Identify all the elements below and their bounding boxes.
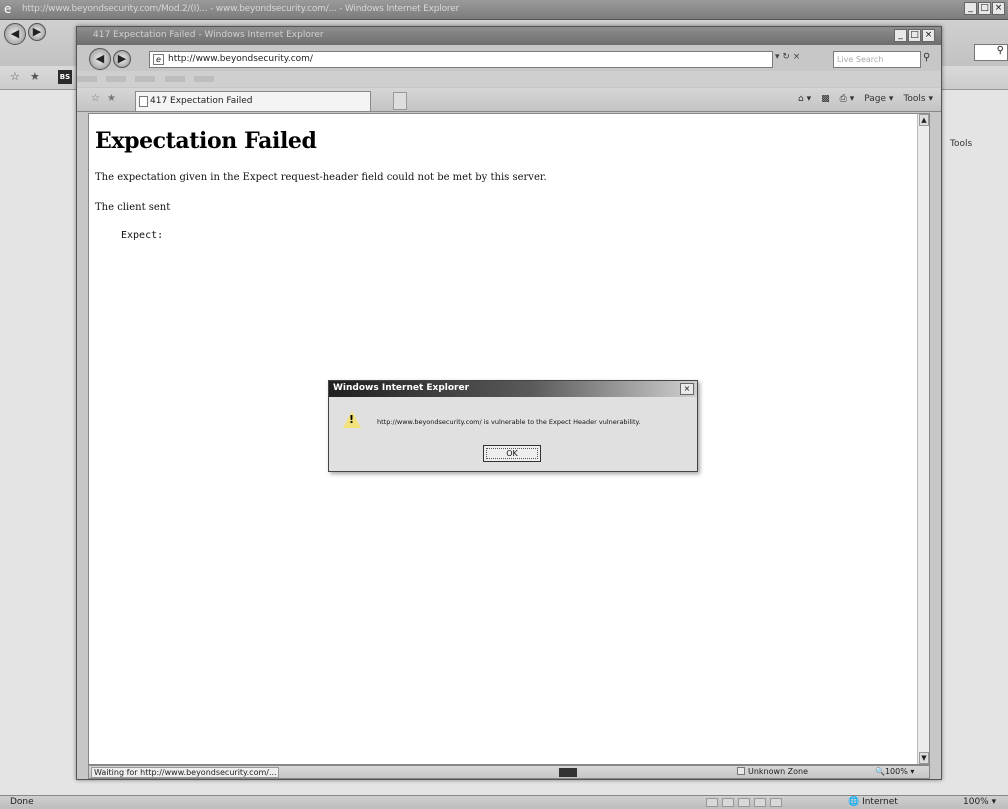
menu-item-placeholder[interactable] <box>193 76 214 82</box>
scroll-down-icon[interactable]: ▼ <box>919 752 929 764</box>
dialog-title: Windows Internet Explorer <box>333 383 470 393</box>
menu-item-placeholder[interactable] <box>135 76 156 82</box>
dialog-message: http://www.beyondsecurity.com/ is vulner… <box>377 418 641 426</box>
command-bar: ⌂ ▾ ▩ ⎙ ▾ Page ▾ Tools ▾ <box>798 94 933 104</box>
outer-status-bar: Done 🌐 Internet 100% ▾ <box>0 795 1008 809</box>
internet-zone[interactable]: 🌐 Internet <box>848 797 898 807</box>
tab-active[interactable]: 417 Expectation Failed <box>135 91 371 111</box>
menu-item-placeholder[interactable] <box>77 76 97 82</box>
home-icon[interactable]: ⌂ ▾ <box>798 94 811 104</box>
zone-label: Internet <box>862 797 898 807</box>
inner-title-bar: 417 Expectation Failed - Windows Interne… <box>77 27 941 45</box>
search-icon[interactable]: ⚲ <box>997 45 1004 56</box>
error-description: The expectation given in the Expect requ… <box>95 172 547 183</box>
inner-window-title: 417 Expectation Failed - Windows Interne… <box>93 30 324 40</box>
menu-item-placeholder[interactable] <box>106 76 127 82</box>
zoom-control[interactable]: 100% ▾ <box>963 797 996 807</box>
dialog-title-bar: Windows Internet Explorer × <box>329 381 697 397</box>
refresh-stop-icons[interactable]: ▾ ↻ × <box>775 52 800 62</box>
progress-indicator <box>559 768 577 777</box>
address-bar[interactable]: e http://www.beyondsecurity.com/ <box>149 51 773 68</box>
expect-header-text: Expect: <box>121 230 164 241</box>
zoom-control[interactable]: 🔍100% ▾ <box>875 767 914 776</box>
tab-strip: ☆ ★ 417 Expectation Failed ⌂ ▾ ▩ ⎙ ▾ Pag… <box>77 88 941 112</box>
search-input[interactable]: Live Search <box>833 51 921 68</box>
close-icon[interactable]: × <box>680 383 694 395</box>
status-segment <box>722 798 734 807</box>
page-menu[interactable]: Page ▾ <box>864 94 893 104</box>
menu-bar <box>77 71 941 87</box>
minimize-icon[interactable]: _ <box>964 2 977 15</box>
status-text: Done <box>10 797 34 807</box>
vertical-scrollbar[interactable]: ▲ ▼ <box>917 114 929 764</box>
zone-icon <box>737 767 745 775</box>
page-title: Expectation Failed <box>95 128 317 154</box>
status-segment <box>754 798 766 807</box>
warning-icon <box>343 411 361 428</box>
status-segment <box>770 798 782 807</box>
zoom-label: 100% <box>963 797 989 807</box>
page-icon: e <box>153 54 164 65</box>
close-icon[interactable]: × <box>992 2 1005 15</box>
forward-arrow-icon[interactable]: ▶ <box>113 50 131 68</box>
minimize-icon[interactable]: _ <box>894 29 907 42</box>
add-favorite-icon[interactable]: ★ <box>30 70 40 83</box>
inner-window-controls: _ □ × <box>894 29 935 42</box>
favorites-star-icon[interactable]: ☆ <box>10 70 20 83</box>
outer-tools-menu[interactable]: Tools <box>950 139 972 149</box>
inner-status-bar: Waiting for http://www.beyondsecurity.co… <box>88 765 930 779</box>
favorites-star-icon[interactable]: ☆ <box>91 93 100 104</box>
outer-window-controls: _ □ × <box>964 2 1005 15</box>
search-icon[interactable]: ⚲ <box>923 52 930 63</box>
status-loading-text: Waiting for http://www.beyondsecurity.co… <box>91 767 279 778</box>
tools-menu[interactable]: Tools ▾ <box>903 94 933 104</box>
menu-item-placeholder[interactable] <box>164 76 185 82</box>
address-url[interactable]: http://www.beyondsecurity.com/ <box>168 54 313 64</box>
tab-label: 417 Expectation Failed <box>150 96 253 106</box>
restore-icon[interactable]: □ <box>978 2 991 15</box>
close-icon[interactable]: × <box>922 29 935 42</box>
print-icon[interactable]: ⎙ ▾ <box>840 94 855 104</box>
zone-label: Unknown Zone <box>748 767 809 776</box>
ie-logo-icon: e <box>4 2 12 16</box>
status-segment <box>738 798 750 807</box>
outer-title-bar: e http://www.beyondsecurity.com/Mod.2/(I… <box>0 0 1008 20</box>
alert-dialog: Windows Internet Explorer × http://www.b… <box>328 380 698 472</box>
page-menu-label: Page <box>864 94 887 104</box>
tools-menu-label: Tools <box>903 94 926 104</box>
ok-button[interactable]: OK <box>483 445 541 462</box>
back-arrow-icon[interactable]: ◀ <box>89 48 111 70</box>
back-arrow-icon[interactable]: ◀ <box>4 23 26 45</box>
new-tab-button[interactable] <box>393 92 407 110</box>
add-favorite-icon[interactable]: ★ <box>107 93 116 104</box>
client-sent-label: The client sent <box>95 202 171 213</box>
beyondsecurity-favicon-icon[interactable]: BS <box>58 70 72 84</box>
scroll-up-icon[interactable]: ▲ <box>919 114 929 126</box>
security-zone[interactable]: Unknown Zone <box>737 767 808 776</box>
restore-icon[interactable]: □ <box>908 29 921 42</box>
page-icon <box>139 96 148 107</box>
feeds-icon[interactable]: ▩ <box>821 94 830 104</box>
zoom-label: 100% <box>884 767 908 776</box>
outer-window-title: http://www.beyondsecurity.com/Mod.2/(I).… <box>22 4 460 14</box>
forward-arrow-icon[interactable]: ▶ <box>28 23 46 41</box>
status-segment <box>706 798 718 807</box>
outer-search-input[interactable]: ⚲ <box>974 44 1008 61</box>
